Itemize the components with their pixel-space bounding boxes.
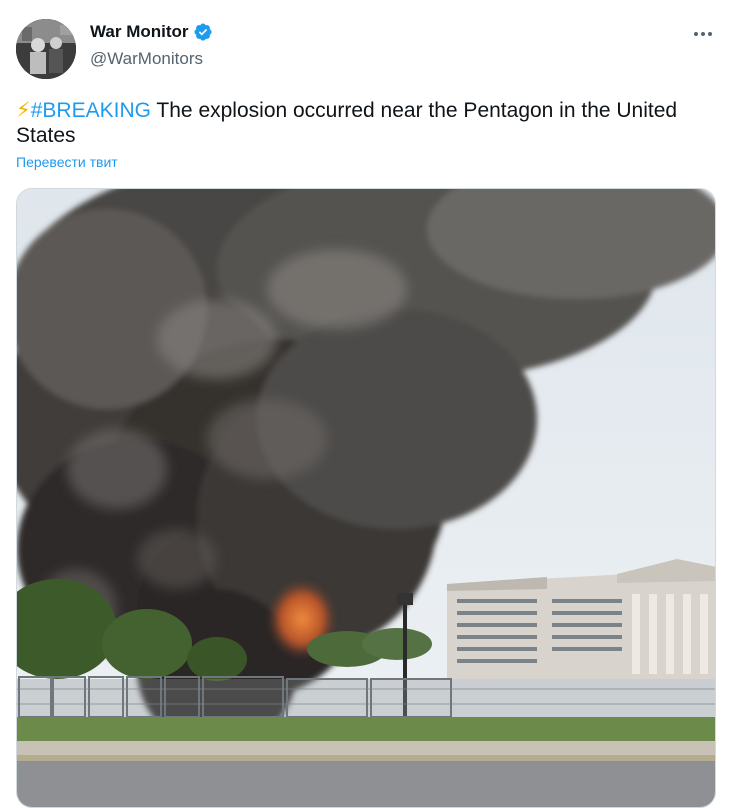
more-options-icon[interactable] <box>688 22 718 46</box>
tweet-text: ⚡#BREAKING The explosion occurred near t… <box>16 98 716 148</box>
author-handle[interactable]: @WarMonitors <box>90 49 203 69</box>
tweet-media-image[interactable] <box>16 188 716 808</box>
explosion-photo <box>17 189 715 807</box>
avatar[interactable] <box>16 19 76 79</box>
author-display-name[interactable]: War Monitor <box>90 22 189 42</box>
lightning-emoji: ⚡ <box>16 99 31 122</box>
hashtag-link[interactable]: #BREAKING <box>31 99 151 122</box>
avatar-image <box>16 19 76 79</box>
verified-badge-icon <box>193 22 213 42</box>
translate-tweet-link[interactable]: Перевести твит <box>16 154 118 170</box>
author-name-row: War Monitor <box>90 22 213 42</box>
